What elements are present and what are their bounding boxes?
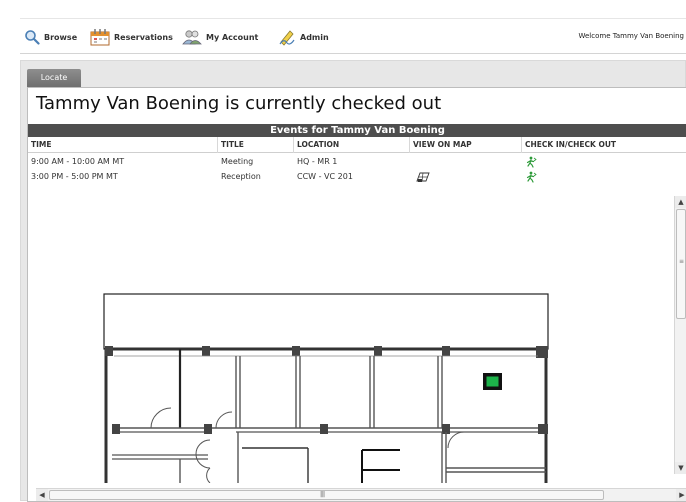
scroll-up-arrow[interactable]: ▲ [675,196,686,208]
column-header-check-in-out[interactable]: CHECK IN/CHECK OUT [522,137,686,153]
table-header-row: TIME TITLE LOCATION VIEW ON MAP CHECK IN… [28,137,686,153]
table-row: 9:00 AM - 10:00 AM MT Meeting HQ - MR 1 [28,154,686,169]
scroll-left-arrow[interactable]: ◀ [36,489,48,501]
floor-plan-drawing [103,293,549,484]
tab-locate[interactable]: Locate [27,69,81,87]
column-header-location[interactable]: LOCATION [294,137,410,153]
nav-reservations[interactable]: Reservations [90,27,173,47]
column-header-title[interactable]: TITLE [218,137,294,153]
nav-reservations-label: Reservations [114,32,173,42]
scroll-down-arrow[interactable]: ▼ [675,462,686,474]
welcome-text: Welcome Tammy Van Boening [578,32,684,40]
column-header-view-on-map[interactable]: VIEW ON MAP [410,137,522,153]
scroll-right-arrow[interactable]: ▶ [676,489,686,501]
calendar-icon [90,29,110,46]
cell-title: Meeting [221,157,254,166]
horizontal-scroll-thumb[interactable]: |||| [49,490,604,500]
nav-browse[interactable]: Browse [24,27,77,47]
locate-panel: Tammy Van Boening is currently checked o… [27,87,686,502]
location-marker[interactable] [486,376,499,387]
page-title: Tammy Van Boening is currently checked o… [36,93,442,114]
cell-time: 9:00 AM - 10:00 AM MT [31,157,125,166]
events-header: Events for Tammy Van Boening [28,124,686,137]
column-header-time[interactable]: TIME [28,137,218,153]
nav-admin[interactable]: Admin [278,27,329,47]
vertical-scrollbar[interactable]: ▲ ≡ ▼ [674,196,686,474]
top-nav-bar: Browse Reservations My Account Admin Wel… [20,18,686,54]
horizontal-scrollbar[interactable]: ◀ |||| ▶ [36,488,686,501]
floor-plan-map[interactable] [28,178,686,484]
vertical-scroll-thumb[interactable]: ≡ [676,209,686,319]
content-area: Locate Tammy Van Boening is currently ch… [20,60,686,502]
check-in-button[interactable] [522,154,537,169]
nav-my-account[interactable]: My Account [182,27,258,47]
cell-location: HQ - MR 1 [297,157,338,166]
nav-browse-label: Browse [44,32,78,42]
search-icon [25,30,40,45]
nav-admin-label: Admin [300,32,329,42]
pencil-icon [279,30,295,46]
walking-person-icon [526,156,537,168]
people-icon [182,30,202,45]
nav-my-account-label: My Account [206,32,259,42]
